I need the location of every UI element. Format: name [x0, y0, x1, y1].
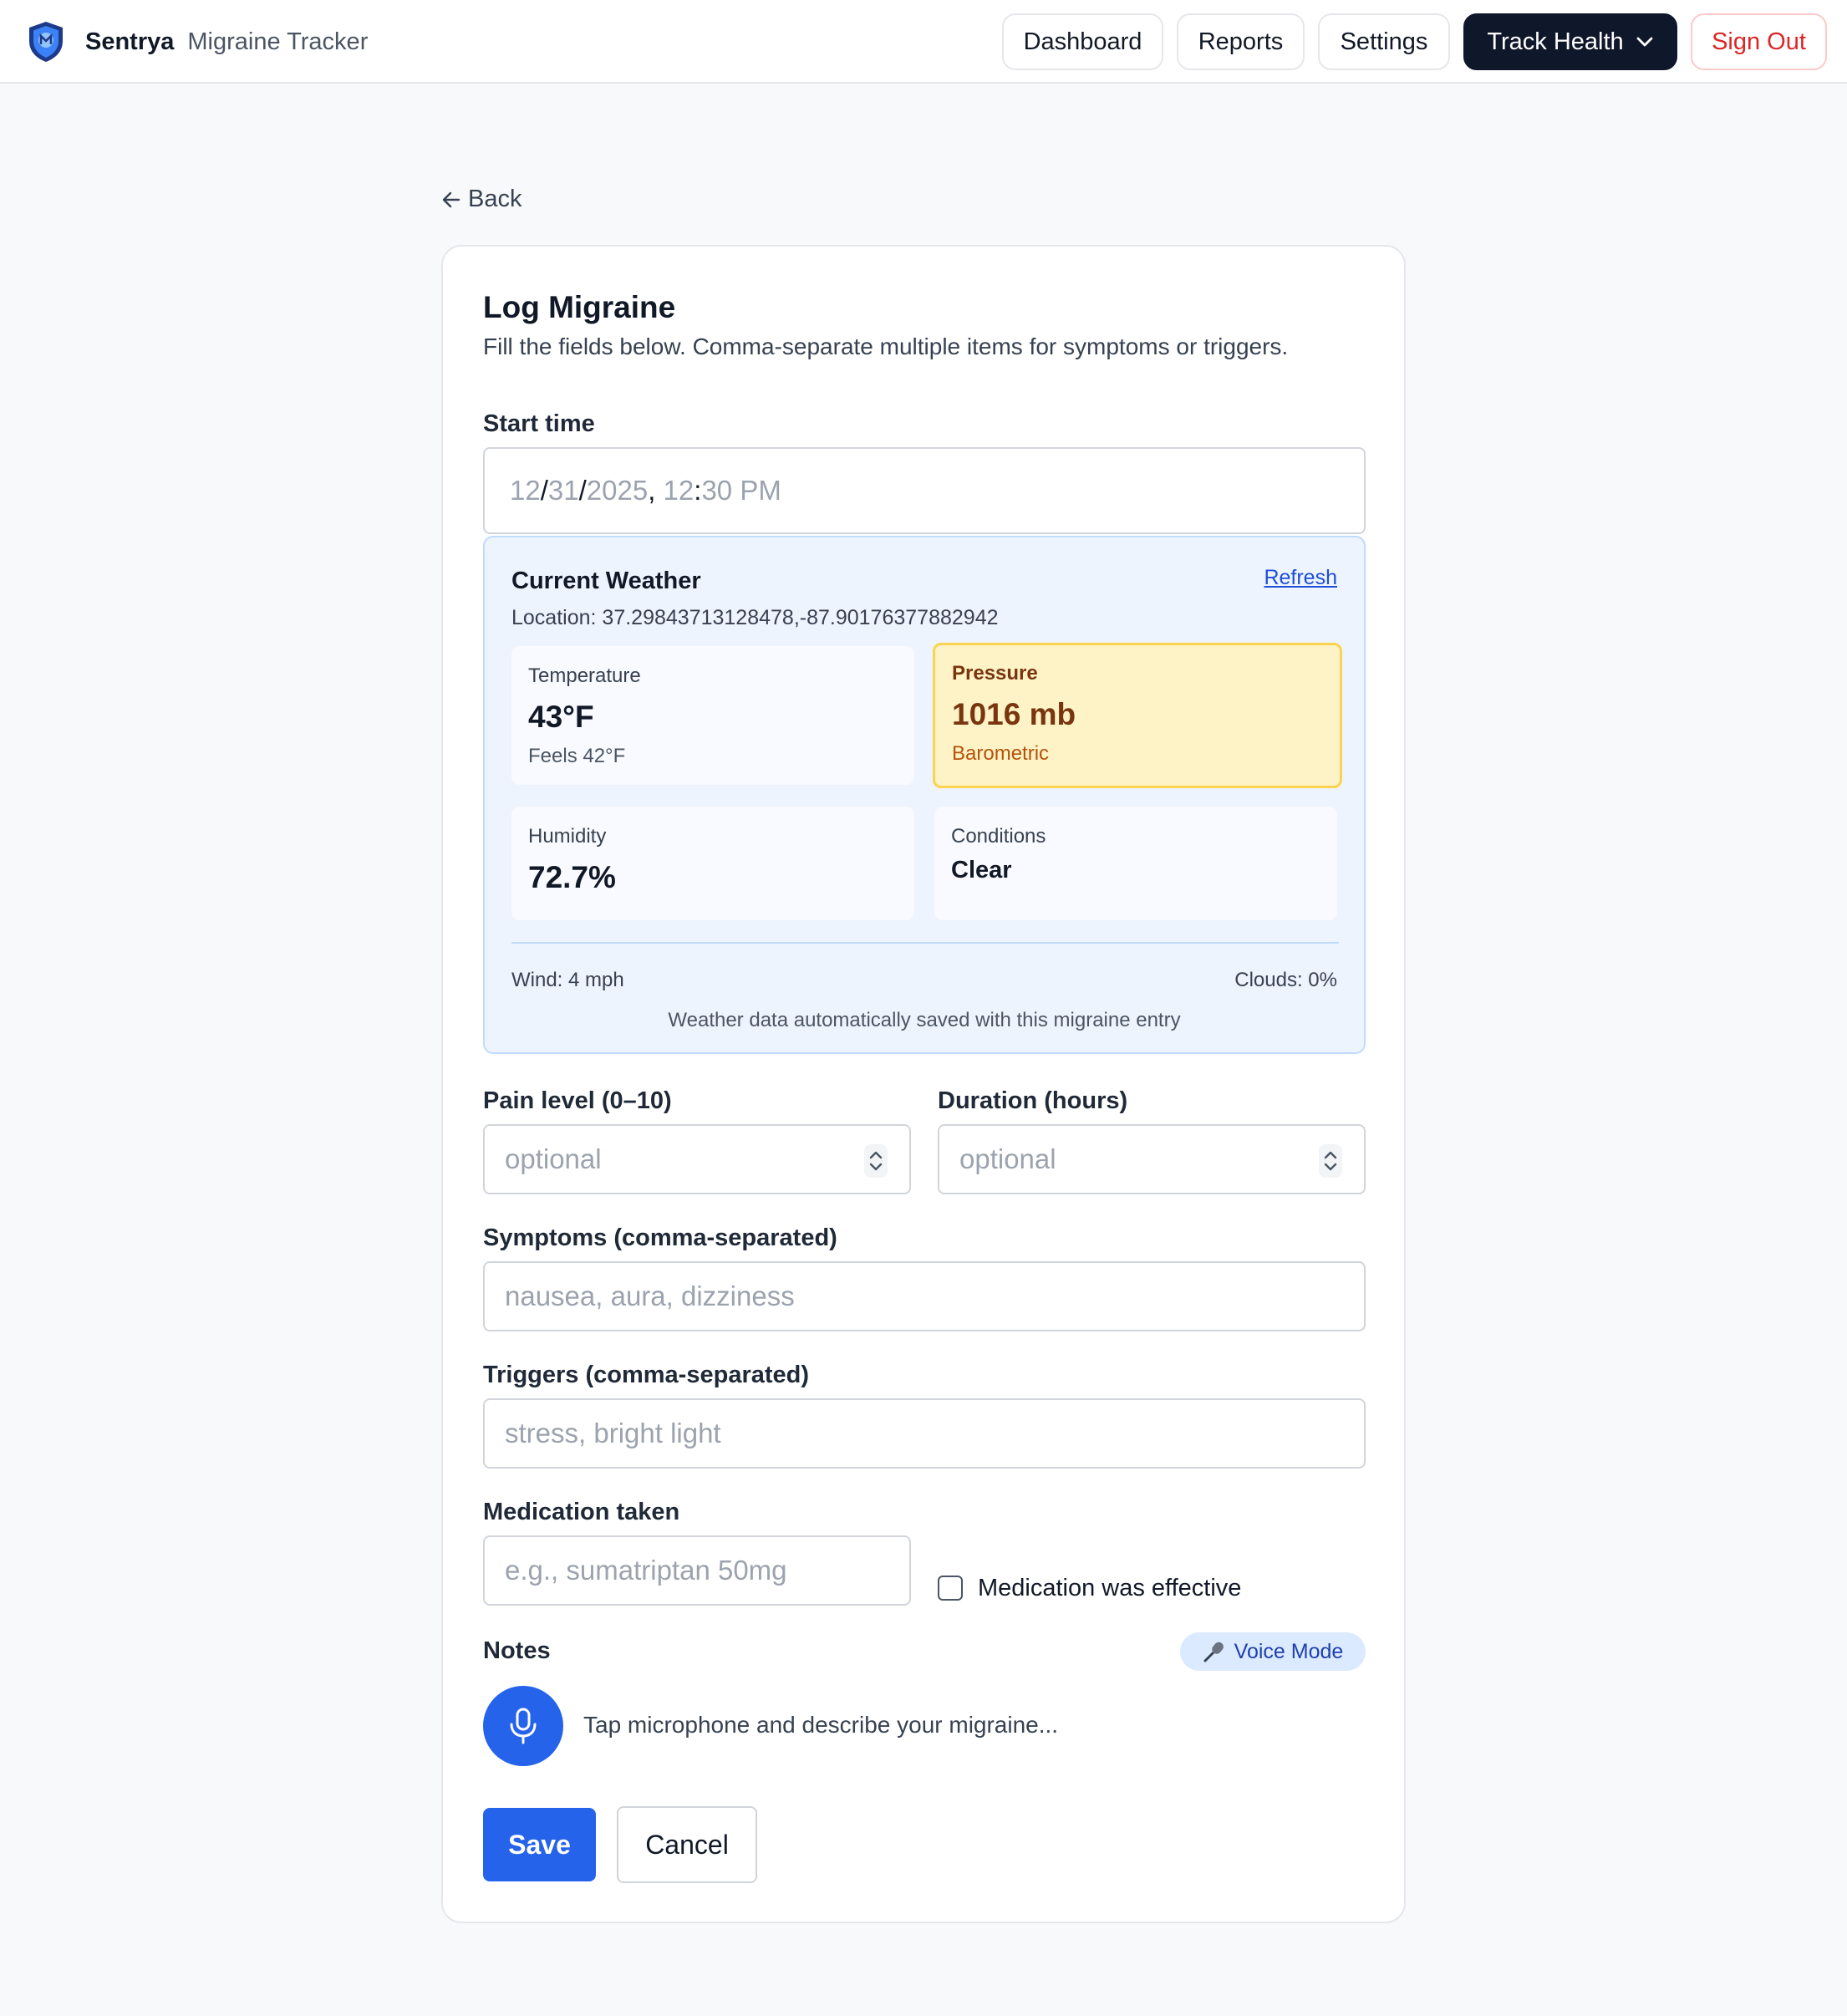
- pain-level-placeholder: optional: [505, 1143, 602, 1174]
- symptoms-placeholder: nausea, aura, dizziness: [505, 1280, 795, 1311]
- cancel-button[interactable]: Cancel: [617, 1806, 757, 1883]
- shield-logo-icon: [29, 22, 63, 62]
- triggers-placeholder: stress, bright light: [505, 1418, 721, 1448]
- pressure-tile: Pressure 1016 mb Barometric: [933, 643, 1342, 788]
- pressure-label: Pressure: [952, 662, 1038, 685]
- notes-label: Notes: [483, 1637, 551, 1664]
- weather-wind: Wind: 4 mph: [511, 969, 624, 991]
- voice-mode-badge[interactable]: Voice Mode: [1180, 1632, 1366, 1671]
- weather-divider: [511, 942, 1339, 944]
- humidity-tile: Humidity 72.7%: [511, 807, 914, 920]
- medication-label: Medication taken: [483, 1499, 680, 1525]
- weather-clouds: Clouds: 0%: [1234, 969, 1337, 991]
- nav-dashboard-button[interactable]: Dashboard: [1002, 13, 1163, 70]
- symptoms-input[interactable]: nausea, aura, dizziness: [483, 1261, 1366, 1331]
- track-health-label: Track Health: [1487, 28, 1624, 55]
- pressure-value: 1016 mb: [952, 697, 1076, 731]
- microphone-emoji-icon: [1203, 1642, 1224, 1662]
- pain-level-label: Pain level (0–10): [483, 1087, 672, 1114]
- pain-level-input[interactable]: optional: [483, 1124, 911, 1194]
- sign-out-button[interactable]: Sign Out: [1691, 13, 1827, 70]
- back-link[interactable]: Back: [441, 186, 522, 213]
- medication-effective-checkbox[interactable]: [938, 1576, 963, 1601]
- conditions-label: Conditions: [951, 825, 1046, 848]
- humidity-label: Humidity: [528, 825, 607, 848]
- humidity-value: 72.7%: [528, 860, 616, 894]
- conditions-value: Clear: [951, 857, 1012, 883]
- microphone-prompt: Tap microphone and describe your migrain…: [583, 1712, 1059, 1738]
- temperature-tile: Temperature 43°F Feels 42°F: [511, 646, 914, 785]
- start-time-hour[interactable]: 12: [664, 475, 695, 507]
- duration-label: Duration (hours): [938, 1087, 1128, 1114]
- weather-panel: Current Weather Refresh Location: 37.298…: [483, 536, 1366, 1054]
- chevron-down-icon: [1636, 37, 1653, 47]
- temperature-label: Temperature: [528, 664, 641, 687]
- nav-reports-button[interactable]: Reports: [1177, 13, 1305, 70]
- start-time-day[interactable]: 31: [548, 475, 579, 507]
- voice-mode-label: Voice Mode: [1234, 1639, 1344, 1663]
- up-down-stepper-icon[interactable]: [1319, 1144, 1342, 1178]
- weather-refresh-link[interactable]: Refresh: [1264, 566, 1337, 590]
- brand-name: Sentrya: [85, 28, 175, 55]
- symptoms-label: Symptoms (comma-separated): [483, 1224, 837, 1251]
- arrow-left-icon: [442, 191, 460, 207]
- conditions-tile: Conditions Clear: [934, 807, 1337, 920]
- brand[interactable]: Sentrya Migraine Tracker: [27, 18, 368, 65]
- microphone-icon: [510, 1708, 537, 1744]
- temperature-feels: Feels 42°F: [528, 745, 626, 767]
- start-time-year[interactable]: 2025: [587, 475, 648, 507]
- start-time-input[interactable]: 12/31/2025, 12:30 PM: [483, 447, 1366, 534]
- log-migraine-card: Log Migraine Fill the fields below. Comm…: [441, 245, 1406, 1923]
- medication-effective-label[interactable]: Medication was effective: [978, 1575, 1241, 1602]
- weather-saved-note: Weather data automatically saved with th…: [668, 1009, 1181, 1031]
- duration-input[interactable]: optional: [938, 1124, 1366, 1194]
- temperature-value: 43°F: [528, 700, 594, 734]
- save-button[interactable]: Save: [483, 1808, 596, 1881]
- start-time-ampm[interactable]: PM: [740, 475, 781, 507]
- pressure-sub: Barometric: [952, 742, 1050, 765]
- page-subtitle: Fill the fields below. Comma-separate mu…: [483, 333, 1289, 359]
- medication-placeholder: e.g., sumatriptan 50mg: [505, 1555, 787, 1586]
- nav-settings-button[interactable]: Settings: [1318, 13, 1450, 70]
- start-time-label: Start time: [483, 410, 595, 437]
- page-title: Log Migraine: [483, 290, 676, 324]
- triggers-input[interactable]: stress, bright light: [483, 1398, 1366, 1469]
- start-time-month[interactable]: 12: [510, 475, 541, 507]
- microphone-button[interactable]: [483, 1686, 563, 1766]
- start-time-minute[interactable]: 30: [701, 475, 732, 507]
- duration-placeholder: optional: [959, 1143, 1056, 1174]
- track-health-dropdown[interactable]: Track Health: [1463, 13, 1677, 70]
- back-label: Back: [468, 186, 522, 212]
- top-navbar: Sentrya Migraine Tracker Dashboard Repor…: [0, 0, 1847, 84]
- up-down-stepper-icon[interactable]: [864, 1144, 888, 1178]
- triggers-label: Triggers (comma-separated): [483, 1362, 810, 1388]
- weather-location: Location: 37.29843713128478,-87.90176377…: [511, 606, 999, 629]
- weather-title: Current Weather: [511, 568, 701, 594]
- brand-subtitle: Migraine Tracker: [187, 28, 369, 55]
- medication-input[interactable]: e.g., sumatriptan 50mg: [483, 1535, 911, 1606]
